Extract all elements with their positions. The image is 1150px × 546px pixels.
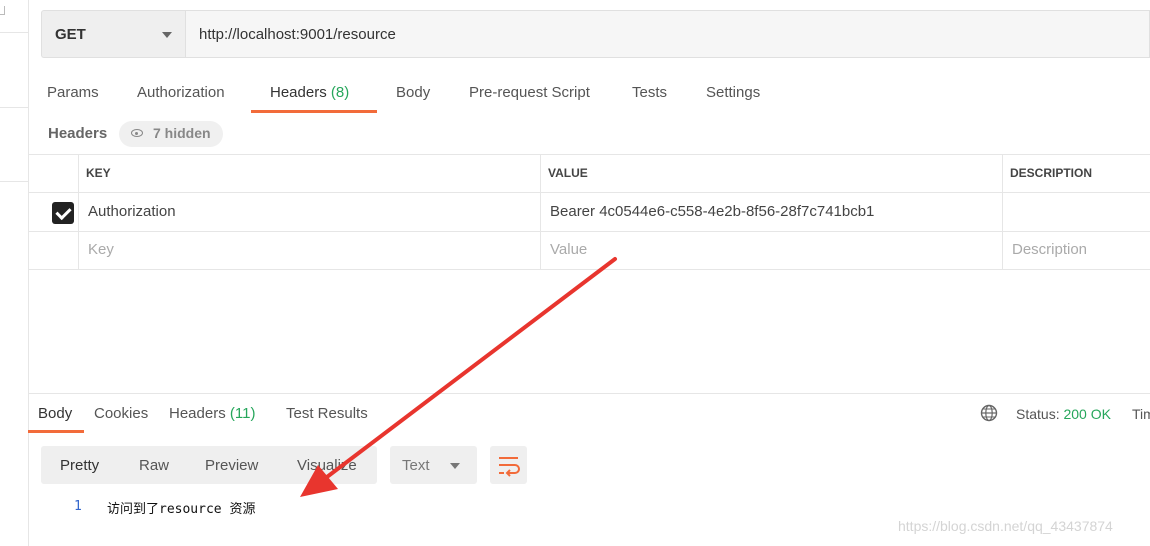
- chevron-down-icon: [450, 463, 460, 469]
- column-header-value: VALUE: [548, 166, 588, 180]
- active-tab-indicator: [28, 430, 84, 433]
- response-body-text: 访问到了resource 资源: [107, 502, 256, 517]
- tab-label: Test Results: [286, 405, 368, 422]
- sidebar-edge: [0, 0, 29, 546]
- tab-label: Tests: [632, 84, 668, 101]
- headers-section-title: Headers: [48, 125, 108, 142]
- tab-label: Settings: [706, 84, 761, 101]
- response-tab-headers[interactable]: Headers (11): [169, 405, 255, 422]
- tab-pre-request-script[interactable]: Pre-request Script: [469, 84, 590, 101]
- view-pretty[interactable]: Pretty: [60, 457, 99, 474]
- divider: [0, 107, 28, 108]
- view-visualize[interactable]: Visualize: [297, 457, 357, 474]
- response-time-label: Tim: [1132, 406, 1150, 422]
- divider: [28, 393, 1150, 394]
- divider: [28, 231, 1150, 232]
- tab-count: (11): [229, 405, 256, 422]
- tab-label: Params: [47, 84, 99, 101]
- tab-label: Headers: [270, 84, 327, 101]
- view-mode-group: Pretty Raw Preview Visualize: [41, 446, 377, 484]
- column-header-key: KEY: [86, 166, 111, 180]
- divider: [28, 269, 1150, 270]
- response-tab-test-results[interactable]: Test Results: [286, 405, 368, 422]
- eye-icon: [131, 129, 143, 137]
- status-label: Status:: [1016, 406, 1060, 422]
- view-preview[interactable]: Preview: [205, 457, 258, 474]
- divider: [540, 154, 541, 270]
- hidden-headers-toggle[interactable]: 7 hidden: [119, 121, 223, 147]
- response-status: Status: 200 OK: [1016, 406, 1111, 422]
- tab-label: Body: [38, 405, 73, 422]
- tab-count: (8): [330, 84, 350, 101]
- tab-authorization[interactable]: Authorization: [137, 84, 225, 101]
- format-select[interactable]: Text: [390, 446, 477, 484]
- active-tab-indicator: [251, 110, 377, 113]
- wrap-lines-icon: [499, 457, 520, 477]
- tab-label: Pre-request Script: [469, 84, 590, 101]
- tab-label: Body: [396, 84, 431, 101]
- new-description-input[interactable]: Description: [1012, 241, 1087, 258]
- line-number: 1: [74, 499, 82, 514]
- new-value-input[interactable]: Value: [550, 241, 587, 258]
- format-label: Text: [402, 457, 430, 474]
- hidden-headers-label: 7 hidden: [153, 125, 211, 141]
- tab-tests[interactable]: Tests: [632, 84, 667, 101]
- divider: [28, 192, 1150, 193]
- watermark: https://blog.csdn.net/qq_43437874: [898, 518, 1113, 534]
- method-label: GET: [55, 26, 86, 43]
- response-tab-body[interactable]: Body: [38, 405, 72, 422]
- wrap-lines-button[interactable]: [490, 446, 527, 484]
- checkbox-checked-icon[interactable]: [52, 202, 74, 224]
- column-header-description: DESCRIPTION: [1010, 166, 1093, 180]
- url-input[interactable]: http://localhost:9001/resource: [185, 10, 1150, 58]
- divider: [0, 32, 28, 33]
- header-value-cell[interactable]: Bearer 4c0544e6-c558-4e2b-8f56-28f7c741b…: [550, 203, 874, 220]
- chevron-down-icon: [162, 32, 172, 38]
- tab-body[interactable]: Body: [396, 84, 430, 101]
- tab-params[interactable]: Params: [47, 84, 99, 101]
- divider: [0, 181, 28, 182]
- header-key-cell[interactable]: Authorization: [88, 203, 176, 220]
- divider: [78, 154, 79, 270]
- tab-label: Cookies: [94, 405, 149, 422]
- globe-icon[interactable]: [980, 404, 998, 422]
- response-tab-cookies[interactable]: Cookies: [94, 405, 148, 422]
- headers-table: KEY VALUE DESCRIPTION Authorization Bear…: [28, 154, 1150, 270]
- divider: [28, 154, 1150, 155]
- tab-label: Authorization: [137, 84, 225, 101]
- tab-label: Headers: [169, 405, 226, 422]
- method-select[interactable]: GET: [41, 10, 185, 58]
- status-badge: 200 OK: [1063, 406, 1111, 422]
- view-raw[interactable]: Raw: [139, 457, 169, 474]
- new-key-input[interactable]: Key: [88, 241, 114, 258]
- chevron-icon: [0, 6, 5, 15]
- tab-headers[interactable]: Headers (8): [270, 84, 349, 101]
- divider: [1002, 154, 1003, 270]
- url-value: http://localhost:9001/resource: [199, 26, 396, 43]
- tab-settings[interactable]: Settings: [706, 84, 760, 101]
